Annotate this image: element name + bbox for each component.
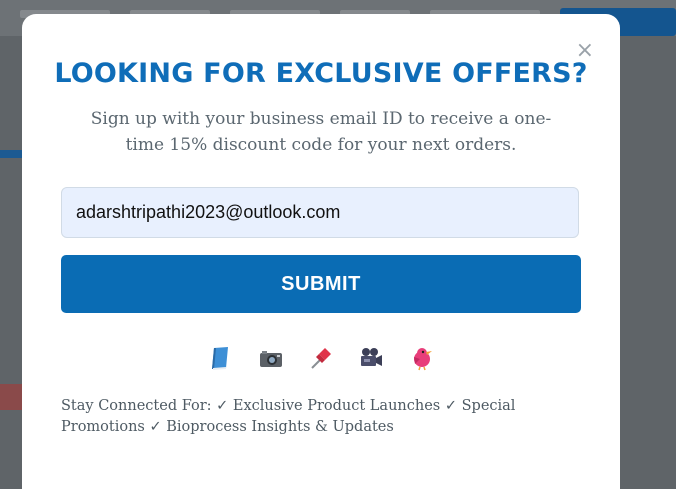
modal-subtitle: Sign up with your business email ID to r…: [90, 109, 552, 155]
submit-button[interactable]: SUBMIT: [61, 255, 581, 313]
background-badge: [0, 384, 22, 410]
email-field[interactable]: [61, 187, 579, 238]
movie-camera-icon[interactable]: [358, 345, 384, 371]
background-accent-stripe: [0, 150, 22, 158]
modal-title: LOOKING FOR EXCLUSIVE OFFERS?: [54, 58, 588, 89]
offer-modal: × LOOKING FOR EXCLUSIVE OFFERS? Sign up …: [22, 14, 620, 489]
camera-icon[interactable]: [258, 345, 284, 371]
bird-icon[interactable]: [408, 345, 434, 371]
pushpin-icon[interactable]: [308, 345, 334, 371]
social-icons: [208, 345, 438, 375]
book-icon[interactable]: [208, 345, 234, 371]
stay-connected-text: Stay Connected For: ✓ Exclusive Product …: [61, 398, 516, 435]
